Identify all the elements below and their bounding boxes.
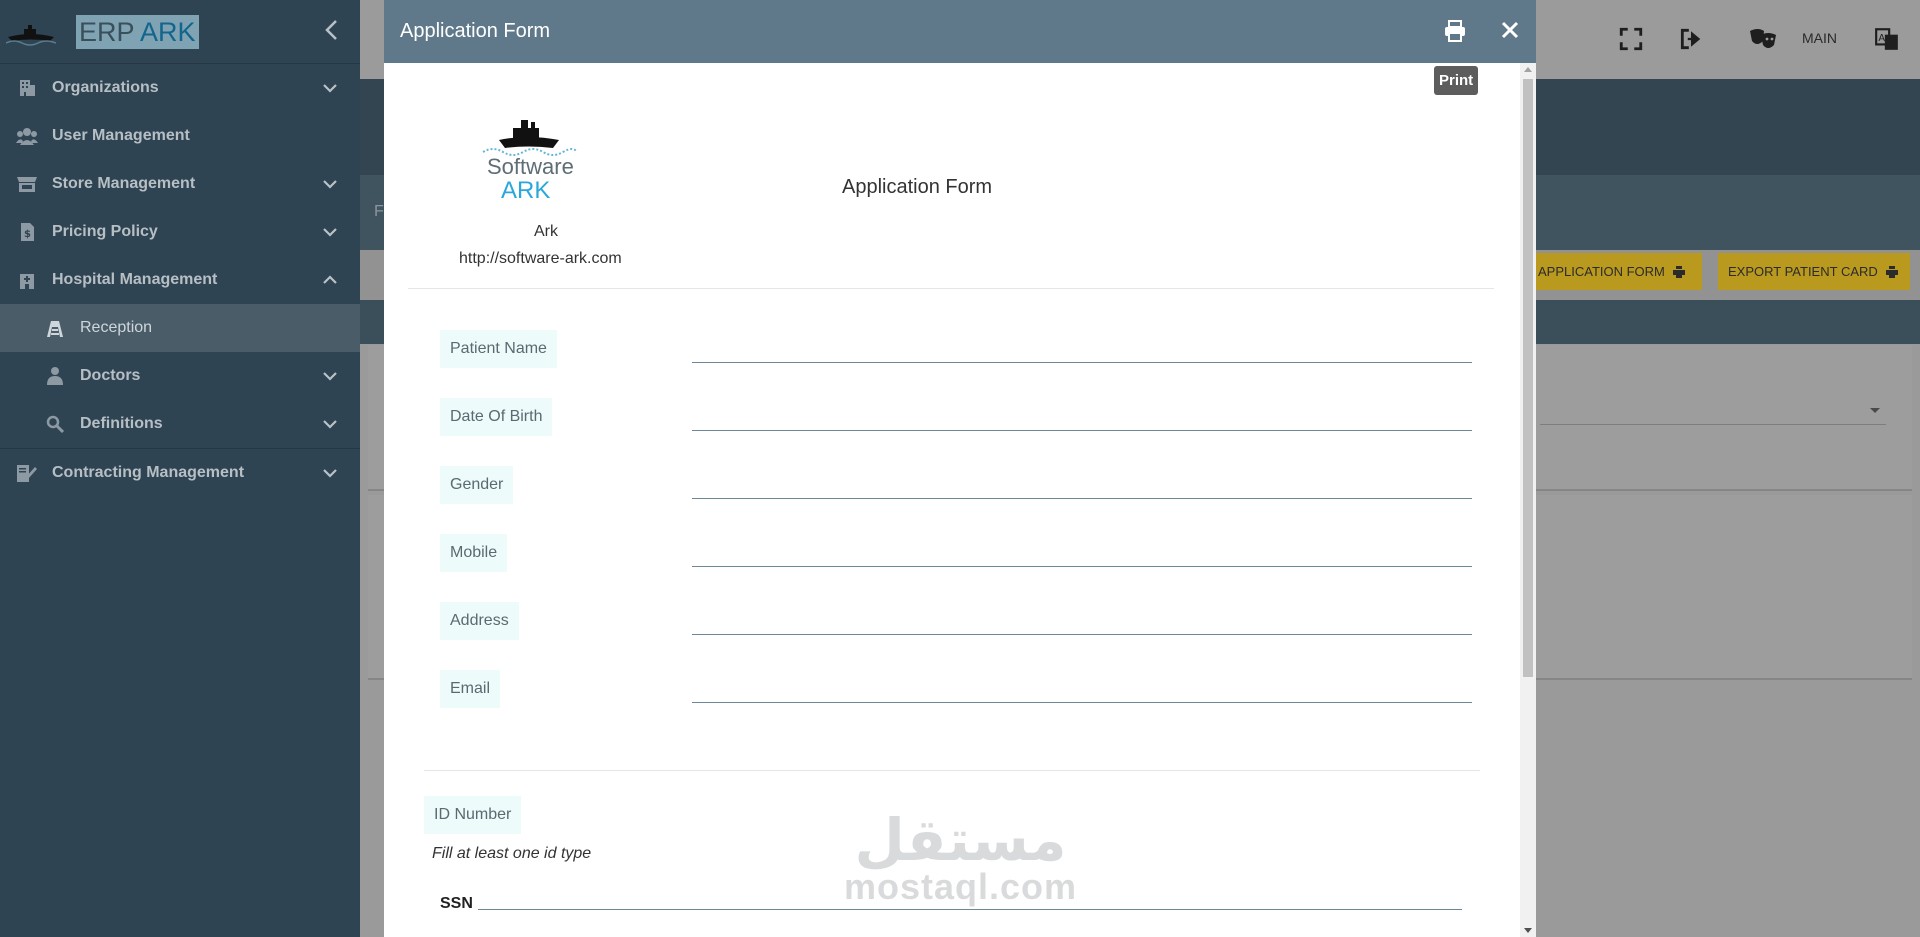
scroll-up-arrow-icon[interactable]: [1524, 67, 1532, 72]
sidebar-item-reception[interactable]: Reception: [0, 304, 360, 352]
brand[interactable]: ERP ARK: [0, 0, 360, 64]
application-form-dialog: Application Form Print Software ARK Ark …: [384, 0, 1536, 937]
dropdown-underline: [1540, 424, 1886, 425]
organization-url: http://software-ark.com: [459, 250, 622, 267]
svg-text:$: $: [24, 229, 31, 240]
ssn-label: SSN: [440, 895, 473, 912]
brand-title: ERP ARK: [76, 14, 199, 49]
gender-label: Gender: [440, 466, 514, 504]
export-patient-card-button[interactable]: EXPORT PATIENT CARD: [1718, 253, 1910, 290]
chevron-down-icon: [323, 469, 337, 478]
ssn-line: [478, 909, 1462, 910]
building-icon: [20, 80, 35, 96]
patient-name-label: Patient Name: [440, 330, 557, 368]
translate-icon[interactable]: A: [1874, 26, 1900, 52]
print-tooltip: Print: [1434, 66, 1479, 95]
sidebar-item-label: Pricing Policy: [52, 223, 158, 240]
logo-ship-icon: [6, 24, 56, 46]
watermark-latin: mostaql.com: [844, 866, 1078, 907]
sidebar-item-pricing-policy[interactable]: $ Pricing Policy: [0, 208, 360, 256]
mobile-line: [692, 566, 1472, 567]
sidebar-item-organizations[interactable]: Organizations: [0, 64, 360, 112]
id-number-label: ID Number: [424, 796, 522, 834]
sidebar-item-label: Reception: [80, 319, 153, 336]
contract-icon: [17, 465, 37, 482]
sidebar-item-label: User Management: [52, 127, 190, 144]
svg-text:ARK: ARK: [501, 177, 550, 200]
dropdown-caret-icon[interactable]: [1870, 408, 1880, 413]
sidebar-item-hospital-management[interactable]: Hospital Management: [0, 256, 360, 304]
close-icon[interactable]: [1499, 19, 1521, 41]
sidebar-item-user-management[interactable]: User Management: [0, 112, 360, 160]
header-divider: [408, 288, 1494, 289]
patient-name-line: [692, 362, 1472, 363]
email-line: [692, 702, 1472, 703]
sidebar: ERP ARK Organizations User Management St…: [0, 0, 360, 937]
svg-text:A: A: [1878, 33, 1885, 44]
application-form-button[interactable]: APPLICATION FORM: [1528, 253, 1702, 290]
organization-logo: Software ARK: [458, 112, 598, 205]
store-icon: [17, 177, 37, 192]
sidebar-item-contracting-management[interactable]: Contracting Management: [0, 449, 360, 497]
dialog-header: Application Form: [384, 0, 1536, 63]
email-label: Email: [440, 670, 501, 708]
theater-masks-icon[interactable]: [1748, 26, 1778, 52]
document-title: Application Form: [842, 176, 993, 198]
id-number-note: Fill at least one id type: [432, 845, 592, 862]
chevron-up-icon: [323, 275, 337, 284]
sidebar-item-store-management[interactable]: Store Management: [0, 160, 360, 208]
main-menu-label[interactable]: MAIN: [1802, 30, 1837, 46]
reception-icon: [47, 321, 63, 337]
chevron-down-icon: [323, 420, 337, 429]
document-dollar-icon: $: [21, 223, 34, 241]
dialog-title: Application Form: [400, 20, 551, 42]
watermark-arabic: مستقل: [854, 806, 1067, 874]
sidebar-item-doctors[interactable]: Doctors: [0, 352, 360, 400]
doctor-icon: [47, 367, 63, 385]
organization-name: Ark: [534, 223, 558, 240]
sidebar-item-definitions[interactable]: Definitions: [0, 400, 360, 448]
logout-icon[interactable]: [1678, 26, 1704, 52]
chevron-down-icon: [323, 372, 337, 381]
sidebar-item-label: Organizations: [52, 79, 159, 96]
search-icon: [46, 415, 65, 434]
address-label: Address: [440, 602, 519, 640]
print-icon[interactable]: [1444, 20, 1466, 42]
fullscreen-icon[interactable]: [1618, 26, 1644, 52]
address-line: [692, 634, 1472, 635]
chevron-down-icon: [323, 180, 337, 189]
date-of-birth-label: Date Of Birth: [440, 398, 553, 436]
sidebar-item-label: Contracting Management: [52, 464, 245, 481]
sidebar-item-label: Hospital Management: [52, 271, 218, 288]
print-icon: [1672, 265, 1685, 278]
svg-text:Software: Software: [487, 154, 574, 179]
sidebar-item-label: Store Management: [52, 175, 196, 192]
sidebar-item-label: Definitions: [80, 415, 163, 432]
scroll-down-arrow-icon[interactable]: [1524, 928, 1532, 933]
mobile-label: Mobile: [440, 534, 508, 572]
scroll-thumb[interactable]: [1523, 79, 1533, 677]
chevron-down-icon: [323, 84, 337, 93]
section-divider: [424, 770, 1480, 771]
hospital-icon: [20, 274, 34, 289]
sidebar-item-label: Doctors: [80, 367, 141, 384]
gender-line: [692, 498, 1472, 499]
print-icon: [1885, 265, 1898, 278]
collapse-sidebar-icon[interactable]: [320, 18, 344, 42]
software-ark-logo-icon: Software ARK: [482, 120, 578, 204]
chevron-down-icon: [323, 228, 337, 237]
users-icon: [16, 128, 38, 145]
dialog-scrollbar[interactable]: [1520, 63, 1536, 937]
date-of-birth-line: [692, 430, 1472, 431]
watermark: مستقل mostaql.com: [844, 806, 1078, 907]
